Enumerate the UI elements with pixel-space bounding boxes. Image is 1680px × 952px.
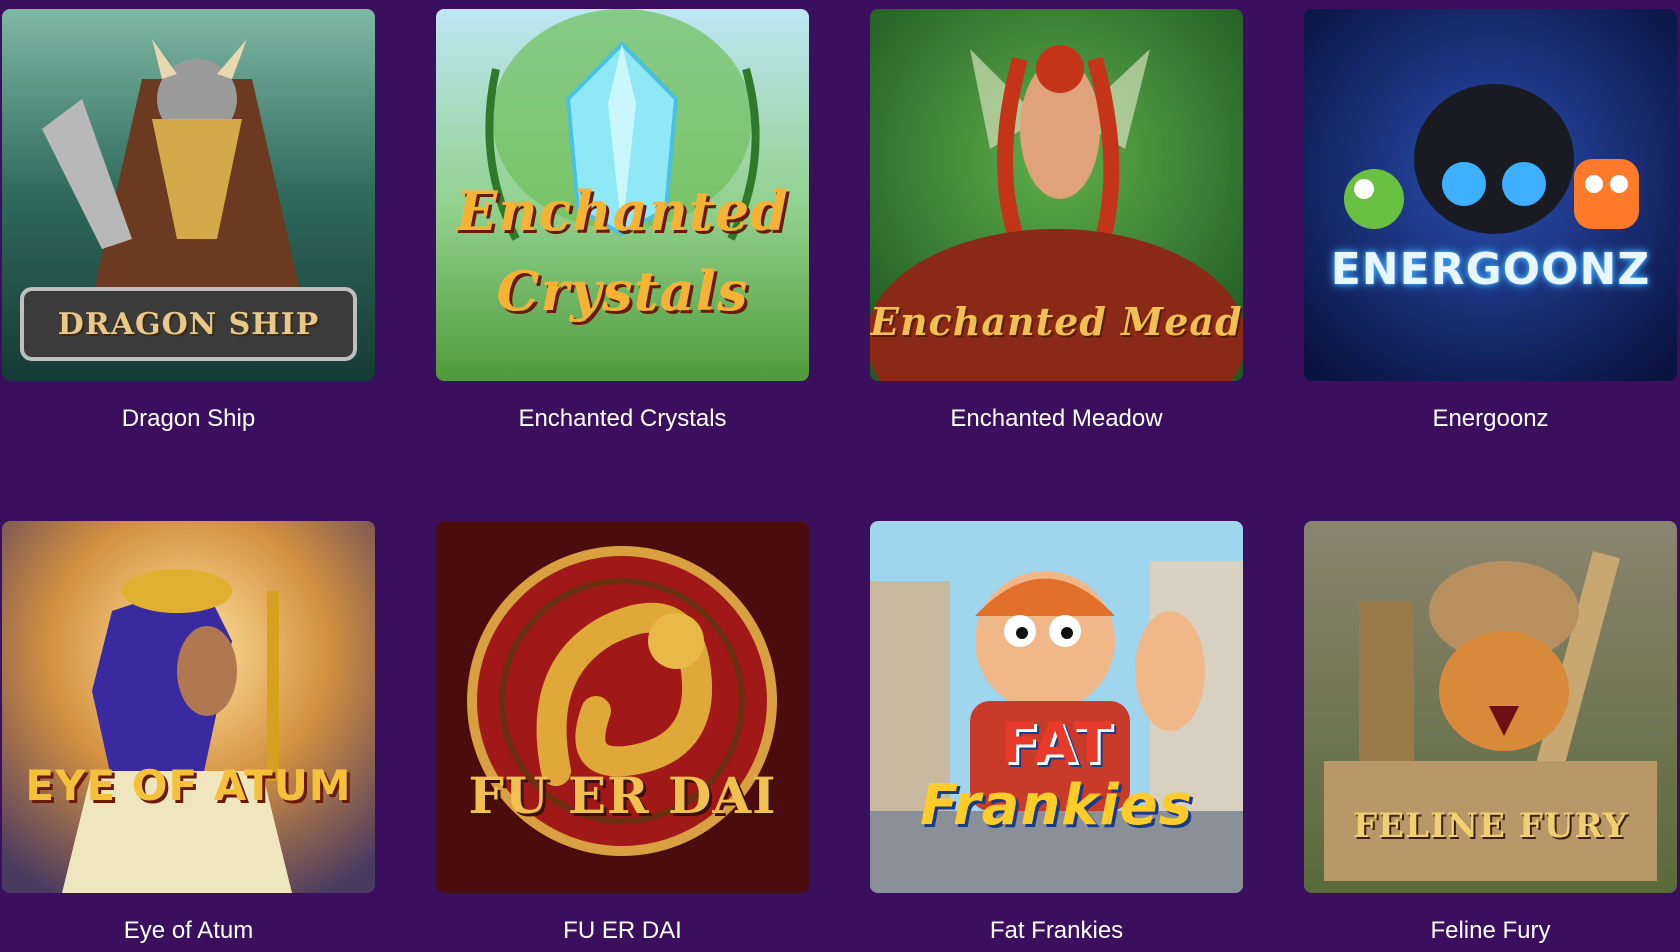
game-logo-text: FELINE FURY <box>1353 806 1628 846</box>
eye-of-atum-artwork <box>2 521 375 893</box>
game-title[interactable]: FU ER DAI <box>436 916 809 946</box>
game-logo-text: Enchanted Meadow <box>870 299 1243 344</box>
game-title[interactable]: Dragon Ship <box>2 404 375 434</box>
game-thumbnail-enchanted-meadow[interactable]: Enchanted Meadow <box>870 9 1243 381</box>
game-tile-enchanted-crystals[interactable]: Enchanted Crystals Enchanted Crystals <box>436 9 809 434</box>
game-logo-line2: Crystals <box>496 259 749 323</box>
game-tile-energoonz[interactable]: ENERGOONZ Energoonz <box>1304 9 1677 434</box>
game-title[interactable]: Eye of Atum <box>2 916 375 946</box>
game-thumbnail-feline-fury[interactable]: FELINE FURY <box>1304 521 1677 893</box>
game-logo-text: DRAGON SHIP <box>57 307 320 342</box>
game-tile-feline-fury[interactable]: FELINE FURY Feline Fury <box>1304 521 1677 946</box>
fu-er-dai-artwork <box>436 521 809 893</box>
game-title[interactable]: Feline Fury <box>1304 916 1677 946</box>
game-thumbnail-fu-er-dai[interactable]: FU ER DAI <box>436 521 809 893</box>
game-logo-line1: FAT <box>1000 711 1113 776</box>
game-logo-text: EYE OF ATUM <box>25 761 352 810</box>
game-tile-fat-frankies[interactable]: FAT Frankies Fat Frankies <box>870 521 1243 946</box>
game-thumbnail-enchanted-crystals[interactable]: Enchanted Crystals <box>436 9 809 381</box>
game-title[interactable]: Enchanted Crystals <box>436 404 809 434</box>
game-title[interactable]: Energoonz <box>1304 404 1677 434</box>
game-logo-line2: Frankies <box>919 773 1194 838</box>
game-thumbnail-eye-of-atum[interactable]: EYE OF ATUM <box>2 521 375 893</box>
game-tile-eye-of-atum[interactable]: EYE OF ATUM Eye of Atum <box>2 521 375 946</box>
game-tile-enchanted-meadow[interactable]: Enchanted Meadow Enchanted Meadow <box>870 9 1243 434</box>
game-logo-text: FU ER DAI <box>468 766 777 825</box>
game-thumbnail-dragon-ship[interactable]: DRAGON SHIP <box>2 9 375 381</box>
game-grid: DRAGON SHIP Dragon Ship Enchanted Crysta… <box>0 0 1680 952</box>
game-logo-line1: Enchanted <box>456 179 789 243</box>
game-tile-fu-er-dai[interactable]: FU ER DAI FU ER DAI <box>436 521 809 946</box>
game-thumbnail-fat-frankies[interactable]: FAT Frankies <box>870 521 1243 893</box>
game-thumbnail-energoonz[interactable]: ENERGOONZ <box>1304 9 1677 381</box>
energoonz-artwork <box>1304 9 1677 381</box>
game-logo-text: ENERGOONZ <box>1330 244 1651 295</box>
game-title[interactable]: Fat Frankies <box>870 916 1243 946</box>
game-title[interactable]: Enchanted Meadow <box>870 404 1243 434</box>
game-tile-dragon-ship[interactable]: DRAGON SHIP Dragon Ship <box>2 9 375 434</box>
